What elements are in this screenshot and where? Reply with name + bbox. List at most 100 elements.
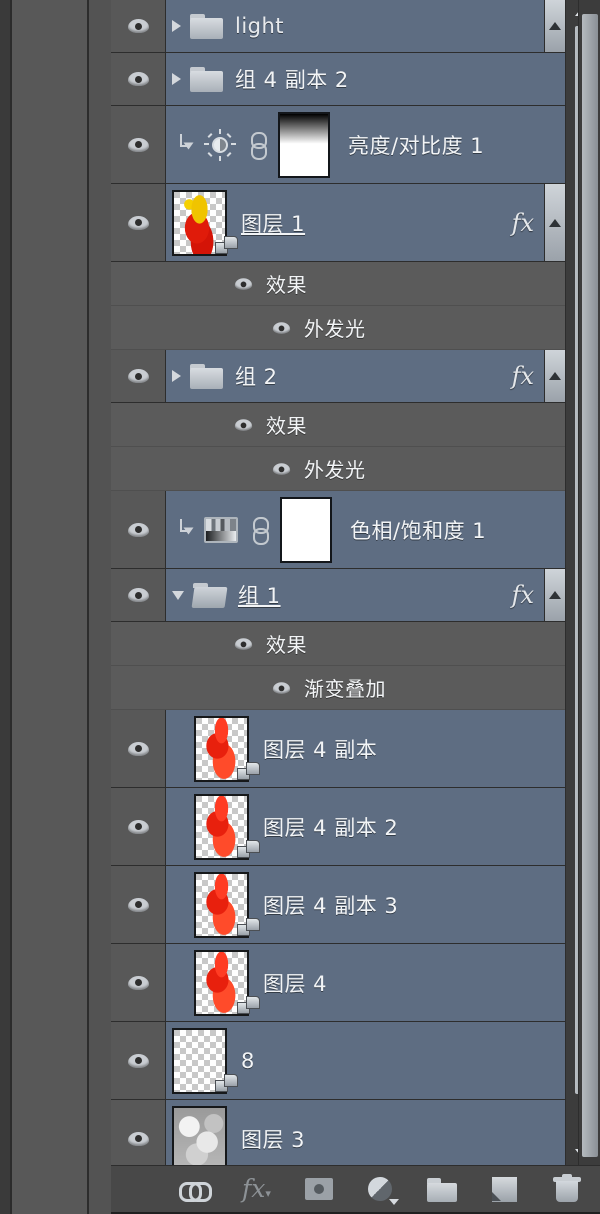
layer-name: 图层 4 副本 3 — [263, 893, 399, 918]
layer-row-body[interactable]: 图层 4 副本 3 — [166, 866, 565, 943]
fx-badge-icon[interactable]: fx — [512, 581, 544, 609]
layer-thumbnail[interactable] — [172, 1105, 227, 1165]
open-folder-icon — [191, 582, 228, 608]
link-layers-icon[interactable] — [178, 1174, 212, 1204]
new-adjustment-icon[interactable] — [365, 1174, 399, 1205]
layer-row-layer-4-copy-3[interactable]: 图层 4 副本 3 — [111, 866, 565, 944]
layer-row-body[interactable]: light — [166, 0, 565, 52]
visibility-toggle-layer-1[interactable] — [111, 184, 166, 261]
folder-icon — [190, 363, 223, 389]
layer-thumbnail[interactable] — [194, 793, 260, 860]
layer-row-layer-4-copy[interactable]: 图层 4 副本 — [111, 710, 565, 788]
new-layer-icon[interactable] — [489, 1174, 521, 1204]
collapse-handle[interactable] — [544, 0, 565, 52]
layer-row-body[interactable]: 亮度/对比度 1 — [166, 106, 565, 183]
layer-row-layer-4[interactable]: 图层 4 — [111, 944, 565, 1022]
effects-row[interactable]: 效果 — [111, 403, 565, 447]
collapse-handle[interactable] — [544, 184, 565, 261]
visibility-toggle-hue-saturation-1[interactable] — [111, 491, 166, 568]
fx-badge-icon[interactable]: fx — [512, 362, 544, 390]
eye-icon[interactable] — [234, 418, 253, 431]
new-group-icon[interactable] — [426, 1174, 459, 1204]
visibility-toggle-layer-3[interactable] — [111, 1100, 166, 1165]
layer-row-layer-3[interactable]: 图层 3 — [111, 1100, 565, 1165]
link-icon[interactable] — [250, 516, 269, 545]
collapse-handle[interactable] — [544, 569, 565, 621]
visibility-toggle-layer-4-copy[interactable] — [111, 710, 166, 787]
expand-triangle-icon[interactable] — [172, 20, 181, 32]
layer-row-group-2[interactable]: 组 2 fx — [111, 350, 565, 403]
outer-scrollbar-thumb[interactable] — [581, 14, 598, 1157]
layer-thumbnail[interactable] — [194, 949, 260, 1016]
layer-name: light — [235, 14, 285, 38]
delete-layer-icon[interactable] — [551, 1174, 583, 1204]
effect-item-row[interactable]: 外发光 — [111, 447, 565, 491]
layer-thumbnail[interactable] — [194, 715, 260, 782]
visibility-toggle-layer-4-copy-3[interactable] — [111, 866, 166, 943]
visibility-toggle-layer-4-copy-2[interactable] — [111, 788, 166, 865]
layer-row-light[interactable]: light — [111, 0, 565, 53]
eye-icon[interactable] — [234, 637, 253, 650]
layer-thumbnail[interactable] — [172, 189, 238, 256]
layer-name: 图层 4 副本 2 — [263, 815, 399, 840]
layer-row-body[interactable]: 组 2 fx — [166, 350, 565, 402]
layer-row-layer-4-copy-2[interactable]: 图层 4 副本 2 — [111, 788, 565, 866]
layer-mask-thumbnail[interactable] — [278, 111, 330, 178]
visibility-toggle-group-2[interactable] — [111, 350, 166, 402]
effect-item-row[interactable]: 外发光 — [111, 306, 565, 350]
layer-row-8[interactable]: 8 — [111, 1022, 565, 1100]
add-layer-mask-icon[interactable] — [303, 1174, 335, 1204]
visibility-toggle-light[interactable] — [111, 0, 166, 52]
visibility-toggle-layer-4[interactable] — [111, 944, 166, 1021]
layer-name: 色相/饱和度 1 — [350, 518, 487, 543]
link-icon[interactable] — [248, 131, 267, 160]
layer-row-body[interactable]: 图层 4 副本 2 — [166, 788, 565, 865]
row-right-controls: fx — [512, 569, 565, 621]
clipping-mask-icon — [176, 518, 194, 541]
expand-triangle-icon[interactable] — [172, 370, 181, 382]
visibility-toggle-group-1[interactable] — [111, 569, 166, 621]
layer-row-body[interactable]: 图层 4 — [166, 944, 565, 1021]
layer-mask-thumbnail[interactable] — [280, 496, 332, 563]
eye-icon[interactable] — [272, 462, 291, 475]
eye-icon — [127, 215, 149, 230]
panel-outer-scrollbar[interactable] — [578, 0, 600, 1165]
layer-thumbnail[interactable] — [194, 871, 260, 938]
layer-row-body[interactable]: 8 — [166, 1022, 565, 1099]
row-right-controls: fx — [512, 184, 565, 261]
layer-row-body[interactable]: 图层 4 副本 — [166, 710, 565, 787]
effects-row[interactable]: 效果 — [111, 622, 565, 666]
layer-row-body[interactable]: 图层 3 — [166, 1100, 565, 1165]
visibility-toggle-group-4-copy-2[interactable] — [111, 53, 166, 105]
layer-name: 8 — [241, 1048, 255, 1073]
layer-row-brightness-contrast-1[interactable]: 亮度/对比度 1 — [111, 106, 565, 184]
expand-triangle-icon[interactable] — [172, 73, 181, 85]
layer-name: 图层 4 — [263, 971, 328, 996]
layer-row-body[interactable]: 色相/饱和度 1 — [166, 491, 565, 568]
layer-row-group-4-copy-2[interactable]: 组 4 副本 2 — [111, 53, 565, 106]
layer-row-layer-1[interactable]: 图层 1 fx — [111, 184, 565, 262]
eye-icon[interactable] — [234, 277, 253, 290]
eye-icon — [127, 19, 149, 33]
collapse-triangle-icon[interactable] — [172, 590, 184, 600]
layer-row-hue-saturation-1[interactable]: 色相/饱和度 1 — [111, 491, 565, 569]
collapse-handle[interactable] — [544, 350, 565, 402]
layer-name: 图层 4 副本 — [263, 737, 378, 762]
add-layer-style-icon[interactable]: fx▾ — [241, 1174, 273, 1204]
layer-name: 图层 3 — [241, 1127, 306, 1152]
effects-row[interactable]: 效果 — [111, 262, 565, 306]
eye-icon[interactable] — [272, 321, 291, 334]
layers-list[interactable]: light 组 4 副本 2 亮度/对比度 1 图层 1 fx 效果 外发光 组… — [111, 0, 565, 1165]
visibility-toggle-brightness-contrast-1[interactable] — [111, 106, 166, 183]
layer-name: 组 2 — [235, 365, 278, 389]
eye-icon — [127, 72, 149, 86]
layer-row-body[interactable]: 组 4 副本 2 — [166, 53, 565, 105]
layer-row-body[interactable]: 图层 1 fx — [166, 184, 565, 261]
eye-icon[interactable] — [272, 681, 291, 694]
layer-row-body[interactable]: 组 1 fx — [166, 569, 565, 621]
visibility-toggle-8[interactable] — [111, 1022, 166, 1099]
layer-thumbnail[interactable] — [172, 1027, 238, 1094]
fx-badge-icon[interactable]: fx — [512, 209, 544, 237]
layer-row-group-1[interactable]: 组 1 fx — [111, 569, 565, 622]
effect-item-row[interactable]: 渐变叠加 — [111, 666, 565, 710]
